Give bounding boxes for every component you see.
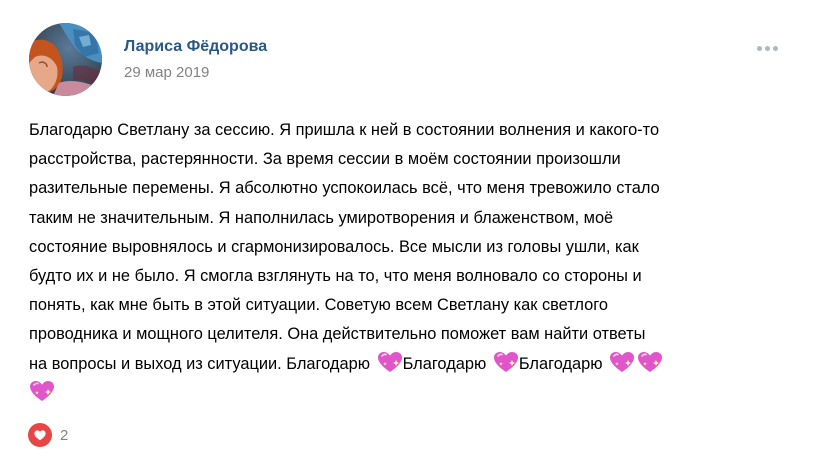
sparkling-heart-icon	[493, 351, 519, 373]
post-text-line: проводника и мощного целителя. Она дейст…	[29, 325, 646, 344]
more-dot-icon	[764, 45, 770, 51]
like-count: 2	[60, 426, 69, 444]
sparkling-heart-icon	[609, 351, 635, 373]
sparkling-heart-icon	[377, 351, 403, 373]
post-text-line: разительные перемены. Я абсолютно успоко…	[29, 179, 660, 198]
post-text-segment: Благодарю	[402, 354, 491, 373]
post-text-line: расстройства, растерянности. За время се…	[29, 150, 621, 169]
post-text-line: будто их и не было. Я смогла взглянуть н…	[29, 267, 642, 286]
post-text-line: таким не значительным. Я наполнилась уми…	[29, 208, 614, 227]
post-text-line-last: на вопросы и выход из ситуации. Благодар…	[29, 350, 799, 379]
avatar[interactable]	[29, 23, 102, 96]
post-date[interactable]: 29 мар 2019	[124, 64, 209, 81]
sparkling-heart-icon	[29, 380, 55, 402]
like-button[interactable]: 2	[28, 421, 68, 449]
post-text-line-emoji	[29, 379, 799, 408]
post-text-line: Благодарю Светлану за сессию. Я пришла к…	[29, 121, 660, 139]
post-text-line: состояние выровнялось и сгармонизировало…	[29, 237, 639, 256]
sparkling-heart-icon	[637, 351, 663, 373]
post-text-segment: на вопросы и выход из ситуации. Благодар…	[29, 354, 375, 373]
post-text: Благодарю Светлану за сессию. Я пришла к…	[29, 116, 799, 408]
more-dot-icon	[756, 45, 762, 51]
wall-post: Лариса Фёдорова 29 мар 2019 Благодарю Св…	[0, 0, 814, 458]
post-text-segment: Благодарю	[518, 354, 608, 373]
more-dot-icon	[772, 45, 778, 51]
author-name[interactable]: Лариса Фёдорова	[124, 38, 267, 56]
post-text-line: понять, как мне быть в этой ситуации. Со…	[29, 296, 608, 315]
heart-icon	[28, 423, 52, 447]
more-options-button[interactable]	[752, 38, 782, 58]
